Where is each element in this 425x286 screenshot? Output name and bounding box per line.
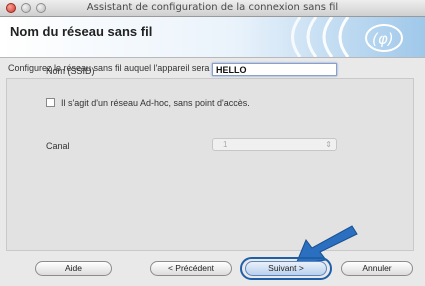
page-title: Nom du réseau sans fil <box>10 24 153 39</box>
svg-text:(φ): (φ) <box>372 30 394 48</box>
wizard-header: (φ) Nom du réseau sans fil <box>0 17 425 58</box>
back-button[interactable]: < Précédent <box>150 261 232 276</box>
select-arrows-icon: ⇕ <box>325 140 332 149</box>
cancel-button[interactable]: Annuler <box>341 261 413 276</box>
title-bar: Assistant de configuration de la connexi… <box>0 0 425 17</box>
ssid-input[interactable]: HELLO <box>212 63 337 76</box>
help-button[interactable]: Aide <box>35 261 112 276</box>
channel-label: Canal <box>46 141 70 151</box>
next-button[interactable]: Suivant > <box>245 261 327 276</box>
wizard-window: Assistant de configuration de la connexi… <box>0 0 425 286</box>
adhoc-checkbox[interactable] <box>46 98 55 107</box>
channel-select[interactable]: 1 ⇕ <box>212 138 337 151</box>
ssid-label: Nom (SSID) <box>46 66 95 76</box>
instruction-text: Configurez le réseau sans fil auquel l'a… <box>8 63 245 73</box>
channel-value: 1 <box>223 140 228 149</box>
adhoc-label: Il s'agit d'un réseau Ad-hoc, sans point… <box>61 98 250 108</box>
window-title: Assistant de configuration de la connexi… <box>86 2 339 13</box>
wizard-content: Configurez le réseau sans fil auquel l'a… <box>0 58 425 286</box>
